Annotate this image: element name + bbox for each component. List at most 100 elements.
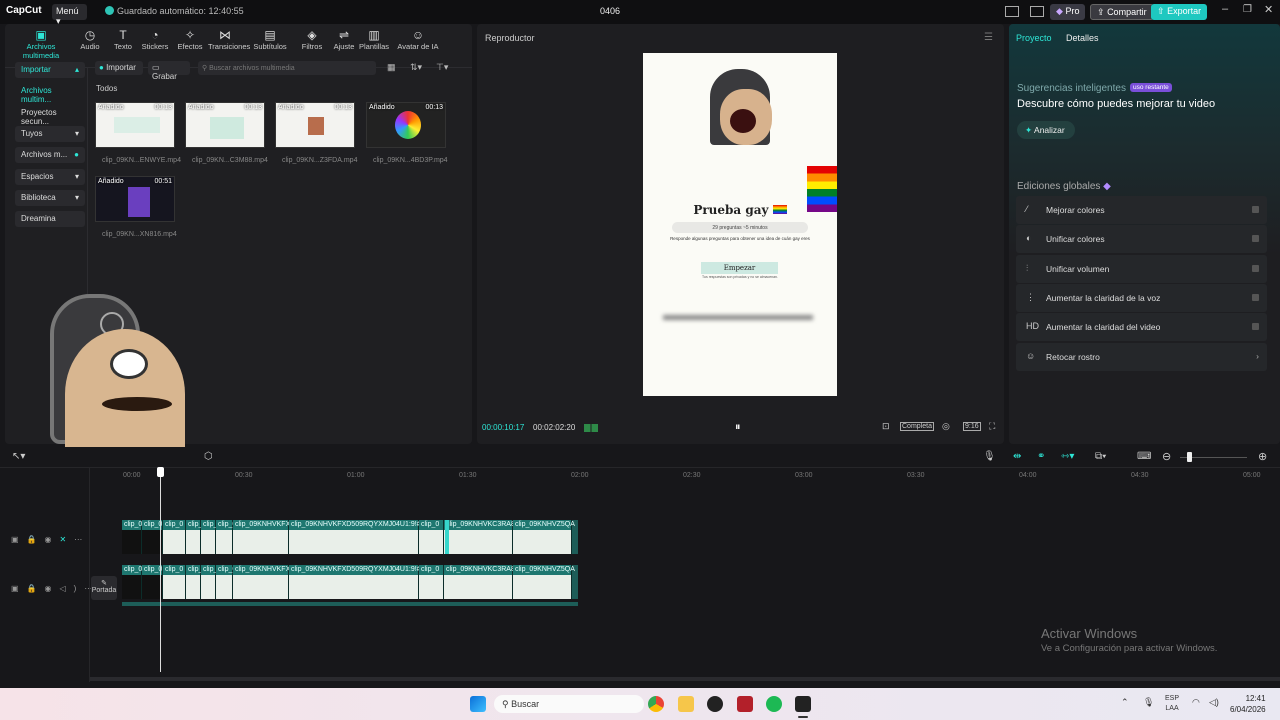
tool-texto[interactable]: T Texto	[106, 28, 140, 51]
tray-chevron-icon[interactable]: ⌃	[1121, 697, 1129, 708]
timeline-clip[interactable]: clip_0	[163, 520, 186, 554]
timeline-clip[interactable]: clip_09KNHVKFXD	[233, 565, 295, 599]
clock[interactable]: 12:41 6/04/2026	[1230, 693, 1266, 715]
tool-ajuste[interactable]: ⇌ Ajuste	[327, 28, 361, 51]
wifi-icon[interactable]: ◠	[1192, 697, 1200, 708]
fullscreen-icon[interactable]: ⛶	[989, 421, 995, 432]
playhead-handle[interactable]	[157, 467, 164, 477]
tool-archivos-multimedia[interactable]: ▣ Archivos multimedia	[8, 28, 74, 60]
select-tool-icon[interactable]: ↖▾	[12, 451, 25, 462]
zoom-slider-thumb[interactable]	[1187, 452, 1192, 462]
filter-icon[interactable]: ⊤▾	[436, 62, 448, 73]
sidebar-item-import[interactable]: Importar ▴	[15, 62, 85, 78]
tool-transiciones[interactable]: ⋈ Transiciones	[208, 28, 250, 51]
taskbar-search[interactable]: ⚲ Buscar	[494, 695, 644, 713]
eye-icon[interactable]: ◉	[45, 535, 60, 544]
timeline-clip[interactable]: clip_0	[122, 565, 142, 599]
toggle-switch[interactable]	[1252, 235, 1259, 243]
close-icon[interactable]: ✕	[1264, 3, 1273, 16]
video-track-1[interactable]: clip_0 clip_0 clip_0 clip_0 clip_0 clip_0 clip…	[122, 520, 578, 554]
global-edit-item[interactable]: ⫶ Unificar volumen	[1016, 254, 1267, 283]
sort-icon[interactable]: ⇅▾	[410, 62, 422, 73]
pro-button[interactable]: ◆ Pro	[1050, 4, 1086, 20]
sidebar-item-library[interactable]: Biblioteca ▾	[15, 190, 85, 206]
sidebar-item-dreamina[interactable]: Dreamina	[15, 211, 85, 227]
timeline-clip[interactable]: clip_0	[201, 520, 221, 554]
timeline-clip[interactable]: clip_09KNHVKFXD509RQYXMJ04U1:9!#	[289, 565, 421, 599]
snapshot-icon[interactable]: ◎	[942, 421, 950, 432]
tool-plantillas[interactable]: ▥ Plantillas	[357, 28, 391, 51]
sidebar-item-media[interactable]: Archivos multim...	[15, 83, 85, 104]
tool-efectos[interactable]: ✧ Efectos	[173, 28, 207, 51]
global-edit-item[interactable]: ⁄ Mejorar colores	[1016, 196, 1267, 224]
crop-icon[interactable]: ⊡	[882, 421, 890, 432]
tool-audio[interactable]: ◷ Audio	[73, 28, 107, 51]
speaker-icon[interactable]: ◁)	[60, 584, 85, 593]
media-thumb-1[interactable]: Añadido 00:13	[95, 102, 175, 148]
layout-icon[interactable]	[1005, 6, 1019, 17]
language-indicator[interactable]: ESP LAA	[1165, 694, 1179, 714]
search-input[interactable]: ⚲ Buscar archivos multimedia	[198, 61, 376, 75]
timeline-clip[interactable]: clip_09KNHVKFXD	[233, 520, 295, 554]
timeline-clip[interactable]: clip_0	[216, 520, 236, 554]
minimize-icon[interactable]: –	[1222, 3, 1228, 15]
frame-icon[interactable]: ▣	[11, 584, 27, 593]
sidebar-item-spaces[interactable]: Espacios ▾	[15, 169, 85, 185]
timeline-clip[interactable]: clip_0	[186, 520, 206, 554]
import-button[interactable]: ● Importar	[95, 61, 143, 75]
shield-icon[interactable]: ⬡	[204, 451, 213, 462]
global-edit-item[interactable]: ◐ Unificar colores	[1016, 225, 1267, 254]
media-thumb-5[interactable]: Añadido 00:51	[95, 176, 175, 222]
timeline-clip[interactable]: clip_0	[201, 565, 221, 599]
microphone-icon[interactable]: 🎙	[983, 451, 996, 462]
caption-icon[interactable]: ⌨	[1137, 451, 1151, 462]
timeline-clip[interactable]: clip_09KNHVKC3RA8V	[444, 565, 520, 599]
toggle-switch[interactable]	[1252, 264, 1259, 272]
obs-icon[interactable]	[707, 696, 723, 712]
ratio-button[interactable]: 9:16	[963, 422, 981, 431]
tool-stickers[interactable]: ◔ Stickers	[138, 28, 172, 51]
lock-icon[interactable]: 🔒	[27, 535, 45, 544]
windows-start-icon[interactable]	[470, 696, 486, 712]
spotify-icon[interactable]	[766, 696, 782, 712]
more-icon[interactable]: ⋯	[74, 535, 90, 544]
timeline-clip[interactable]: clip_09KNHVZ5QA	[513, 565, 575, 599]
global-edit-item[interactable]: ☺ Retocar rostro ›	[1016, 342, 1267, 371]
timeline-clip[interactable]: clip_09KNHVKC3RA8V	[444, 520, 520, 554]
timeline-clip[interactable]: clip_0	[163, 565, 186, 599]
pause-icon[interactable]: ⏸	[735, 421, 741, 434]
zoom-out-icon[interactable]: ⊖	[1162, 450, 1171, 463]
sidebar-item-secondary-projects[interactable]: Proyectos secun...	[15, 105, 85, 126]
mute-icon[interactable]: ✕	[60, 535, 75, 544]
valorant-icon[interactable]	[737, 696, 753, 712]
sidebar-item-yours[interactable]: Tuyos ▾	[15, 126, 85, 142]
preview-axis-icon[interactable]: ⇿▾	[1061, 451, 1074, 462]
media-thumb-3[interactable]: Añadido 00:13	[275, 102, 355, 148]
tab-details[interactable]: Detalles	[1066, 33, 1099, 43]
tool-avatar-de-ia[interactable]: ☺ Avatar de IA	[395, 28, 441, 51]
grid-view-icon[interactable]: ▦	[387, 62, 396, 73]
split-icon[interactable]: ⧉▾	[1095, 451, 1106, 462]
timeline-scrollbar[interactable]	[90, 677, 1280, 681]
analyze-button[interactable]: ✦ Analizar	[1017, 121, 1075, 139]
eye-icon[interactable]: ◉	[45, 584, 60, 593]
timeline-clip[interactable]: clip_0	[122, 520, 142, 554]
timeline-clip[interactable]: clip_0	[419, 520, 444, 554]
toggle-switch[interactable]	[1252, 323, 1259, 331]
media-thumb-2[interactable]: Añadido 00:13	[185, 102, 265, 148]
toggle-switch[interactable]	[1252, 206, 1259, 213]
timeline-clip[interactable]: clip_0	[419, 565, 444, 599]
global-edit-item[interactable]: HD Aumentar la claridad del video	[1016, 313, 1267, 342]
zoom-in-icon[interactable]: ⊕	[1258, 450, 1267, 463]
maximize-icon[interactable]: ❐	[1243, 4, 1252, 15]
link-icon[interactable]: ⚭	[1037, 451, 1045, 462]
chrome-icon[interactable]	[648, 696, 664, 712]
frame-icon[interactable]: ▣	[11, 535, 27, 544]
more-icon[interactable]: ☰	[984, 32, 993, 43]
share-button[interactable]: ⇪ Compartir	[1090, 4, 1154, 20]
capcut-icon[interactable]	[795, 696, 811, 712]
export-button[interactable]: ⇧ Exportar	[1151, 4, 1208, 20]
timeline-clip[interactable]: clip_09KNHVZ5QA	[513, 520, 575, 554]
playhead[interactable]	[160, 467, 161, 672]
tool-subtítulos[interactable]: ▤ Subtítulos	[253, 28, 287, 51]
